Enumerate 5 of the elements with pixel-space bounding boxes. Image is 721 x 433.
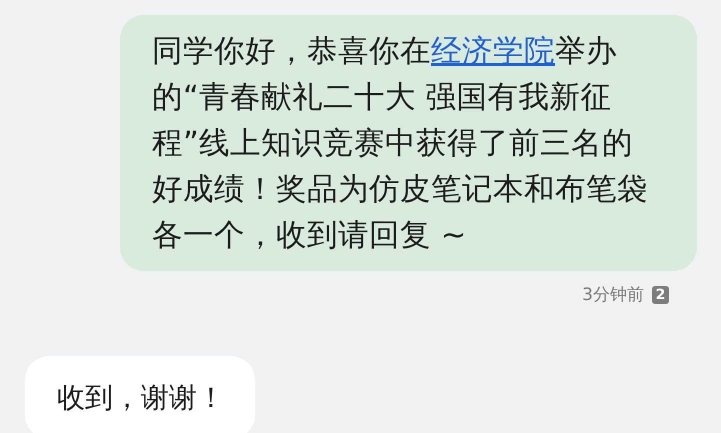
link[interactable]: 经济学院 — [431, 34, 555, 69]
message-text: 收到，谢谢！ — [57, 380, 225, 416]
read-count-badge: 2 — [652, 286, 669, 304]
message-text: 同学你好，恭喜你在经济学院举办的“青春献礼二十大 强国有我新征程”线上知识竞赛中获得了前三名的好成绩！奖品为仿皮笔记本和布笔袋各一个，收到请回复 ~ — [152, 33, 649, 255]
timestamp: 3分钟前 — [582, 284, 644, 306]
